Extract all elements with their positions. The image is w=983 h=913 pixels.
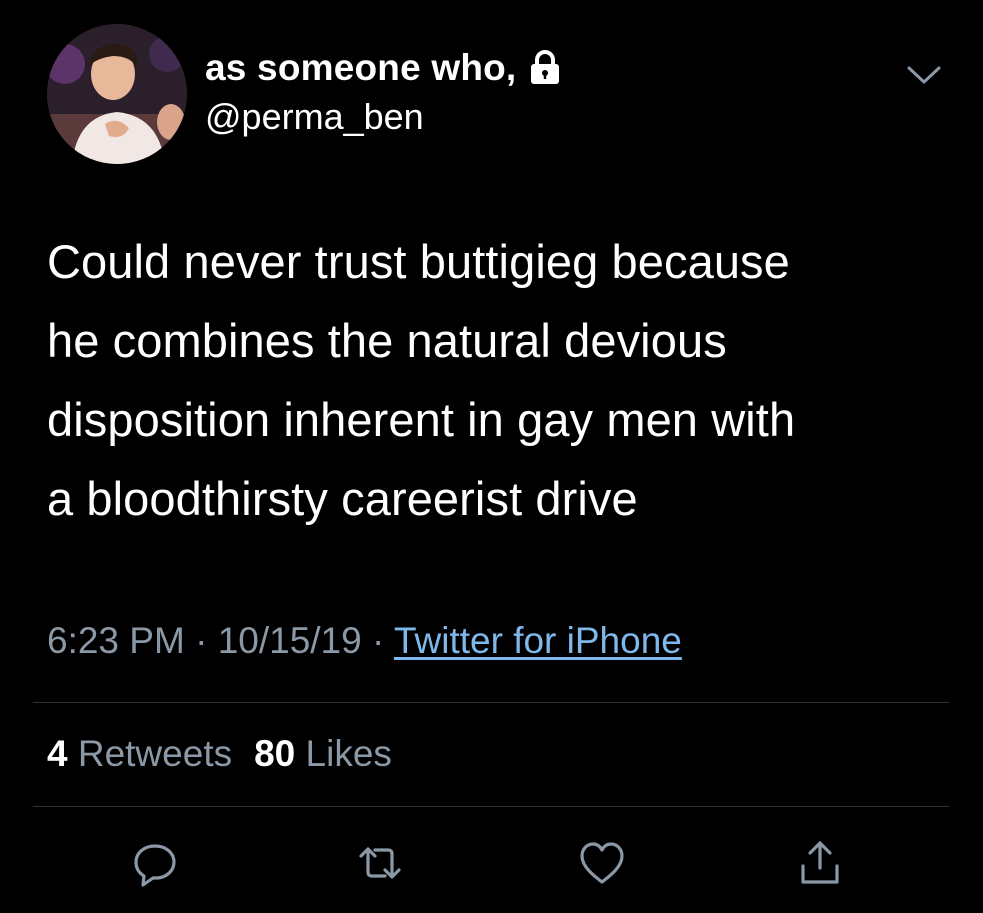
- share-icon: [801, 841, 839, 884]
- meta-separator: ·: [195, 620, 208, 661]
- share-button[interactable]: [795, 838, 845, 888]
- tweet-text: Could never trust buttigieg because he c…: [47, 222, 947, 538]
- divider: [33, 702, 949, 703]
- tweet-text-line: disposition inherent in gay men with: [47, 393, 796, 446]
- meta-separator: ·: [372, 620, 385, 661]
- retweet-button[interactable]: [355, 838, 405, 888]
- user-handle[interactable]: @perma_ben: [205, 96, 424, 138]
- likes-label: Likes: [305, 733, 392, 774]
- tweet-text-line: a bloodthirsty careerist drive: [47, 472, 638, 525]
- lock-icon: [528, 50, 562, 86]
- heart-icon: [580, 842, 624, 884]
- avatar-photo: [47, 24, 187, 164]
- retweets-label: Retweets: [77, 733, 233, 774]
- likes-stat[interactable]: 80 Likes: [254, 733, 392, 774]
- divider: [33, 806, 949, 807]
- retweet-icon: [359, 847, 401, 879]
- tweet-stats: 4 Retweets 80 Likes: [47, 733, 392, 775]
- tweet-date: 10/15/19: [217, 620, 362, 661]
- tweet-text-line: he combines the natural devious: [47, 314, 727, 367]
- reply-icon: [134, 844, 176, 887]
- chevron-down-icon[interactable]: [905, 62, 943, 88]
- retweets-count: 4: [47, 733, 68, 774]
- like-button[interactable]: [577, 838, 627, 888]
- reply-button[interactable]: [130, 838, 180, 888]
- display-name-row[interactable]: as someone who,: [205, 47, 562, 89]
- avatar[interactable]: [47, 24, 187, 164]
- display-name[interactable]: as someone who,: [205, 47, 516, 89]
- retweets-stat[interactable]: 4 Retweets: [47, 733, 232, 774]
- tweet-text-line: Could never trust buttigieg because: [47, 235, 790, 288]
- tweet-source-link[interactable]: Twitter for iPhone: [394, 620, 682, 661]
- tweet-time: 6:23 PM: [47, 620, 185, 661]
- likes-count: 80: [254, 733, 296, 774]
- tweet-detail: as someone who, @perma_ben Could never t…: [0, 0, 983, 913]
- tweet-meta: 6:23 PM · 10/15/19 · Twitter for iPhone: [47, 620, 682, 662]
